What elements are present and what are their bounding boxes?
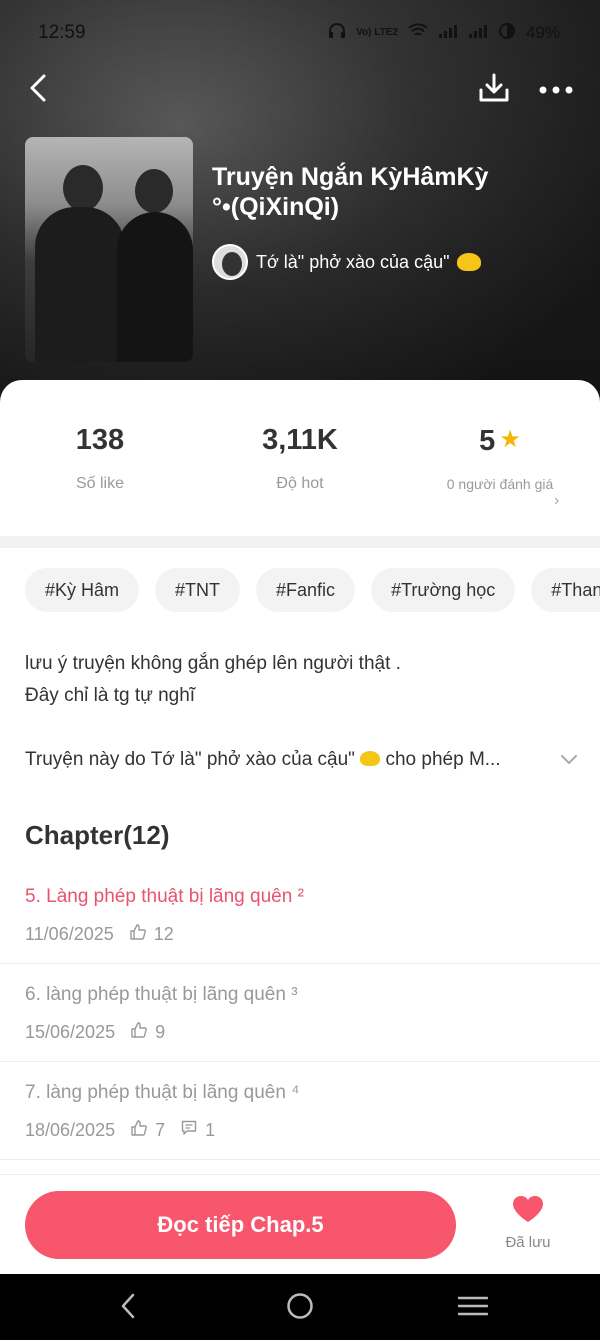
chapter-item[interactable]: 5. Làng phép thuật bị lãng quên ² 11/06/… (0, 866, 600, 964)
top-navigation (0, 66, 600, 116)
status-time: 12:59 (38, 22, 86, 43)
rating-label: 0 người đánh giá (446, 476, 554, 492)
chapter-list: 5. Làng phép thuật bị lãng quên ² 11/06/… (0, 866, 600, 1160)
battery-percent: 49% (525, 23, 560, 42)
description-line: Đây chỉ là tg tự nghĩ (25, 685, 196, 706)
nav-home-button[interactable] (270, 1286, 330, 1330)
chapter-title: 7. làng phép thuật bị lãng quên ⁴ (25, 1082, 300, 1103)
chapter-date: 18/06/2025 (25, 1120, 116, 1140)
chevron-left-icon (120, 1293, 136, 1324)
chapter-heading: Chapter(12) (25, 820, 170, 850)
chapter-likes: 7 (155, 1120, 166, 1140)
likes-value: 138 (75, 424, 125, 456)
signal-icon-2 (468, 23, 488, 43)
hot-label: Độ hot (276, 475, 324, 492)
chapter-meta: 11/06/2025 12 (25, 924, 174, 945)
more-options-button[interactable] (534, 70, 578, 110)
tag-chip[interactable]: #Trường học (371, 568, 516, 612)
bottom-action-bar: Đọc tiếp Chap.5 Đã lưu (0, 1174, 600, 1274)
rating-stat[interactable]: 5 ★ 0 người đánh giá (400, 420, 600, 494)
more-dots-icon (539, 81, 573, 99)
story-title: Truyện Ngắn KỳHâmKỳ °•(QiXinQi) (212, 163, 489, 221)
chapter-item[interactable]: 6. làng phép thuật bị lãng quên ³ 15/06/… (0, 964, 600, 1062)
description-line: cho phép M... (385, 749, 501, 770)
chevron-down-icon[interactable] (560, 744, 578, 776)
save-label: Đã lưu (505, 1234, 551, 1251)
wifi-icon (408, 23, 428, 43)
likes-label: Số like (75, 475, 125, 492)
description-line: lưu ý truyện không gắn ghép lên người th… (25, 653, 401, 674)
rating-value: 5 (479, 425, 496, 457)
nav-recents-button[interactable] (443, 1286, 503, 1330)
author-link[interactable]: Tớ là" phở xào của cậu" (212, 244, 482, 280)
chapter-title: 6. làng phép thuật bị lãng quên ³ (25, 984, 298, 1005)
chapter-likes: 9 (155, 1022, 166, 1042)
nav-back-button[interactable] (98, 1286, 158, 1330)
heart-icon (512, 1196, 544, 1227)
status-bar: 12:59 Vo) LTE2 49% (0, 0, 600, 66)
headphones-icon (328, 23, 346, 43)
description-expandable[interactable]: Truyện này do Tớ là" phở xào của cậu" ch… (25, 744, 585, 776)
chevron-right-icon: › (554, 492, 560, 509)
chapter-title: 5. Làng phép thuật bị lãng quên ² (25, 886, 304, 907)
author-avatar (212, 244, 248, 280)
chapter-likes: 12 (153, 924, 174, 944)
tag-chip[interactable]: #Fanfic (256, 568, 356, 612)
stats-row: 138 Số like 3,11K Độ hot 5 ★ 0 người đánh… (0, 420, 600, 530)
heart-hands-icon (360, 751, 381, 766)
chapter-item[interactable]: 7. làng phép thuật bị lãng quên ⁴ 18/06/… (0, 1062, 600, 1160)
tag-chip[interactable]: #Kỳ Hâm (25, 568, 140, 612)
hot-stat: 3,11K Độ hot (200, 420, 400, 494)
chapter-date: 15/06/2025 (25, 1022, 116, 1042)
download-button[interactable] (472, 70, 516, 110)
chevron-left-icon (29, 74, 47, 107)
network-label: Vo) LTE2 (356, 27, 398, 38)
chapter-date: 11/06/2025 (25, 924, 114, 944)
tag-chip[interactable]: #TNT (155, 568, 241, 612)
author-name: Tớ là" phở xào của cậu" (256, 251, 450, 272)
story-cover-image (25, 137, 193, 362)
status-icons: Vo) LTE2 49% (328, 22, 560, 44)
save-button[interactable]: Đã lưu (496, 1195, 560, 1251)
comment-icon (181, 1120, 197, 1141)
story-description: lưu ý truyện không gắn ghép lên người th… (25, 648, 585, 712)
download-icon (478, 73, 510, 108)
back-button[interactable] (18, 70, 58, 110)
tag-chip[interactable]: #Thanh (531, 568, 600, 612)
heart-hands-icon (457, 253, 482, 271)
star-icon: ★ (499, 426, 521, 453)
circle-home-icon (286, 1292, 314, 1325)
tag-list: #Kỳ Hâm #TNT #Fanfic #Trường học #Thanh (25, 568, 600, 614)
thumbs-up-icon (130, 924, 146, 945)
continue-reading-button[interactable]: Đọc tiếp Chap.5 (25, 1191, 456, 1259)
system-navigation-bar (0, 1274, 600, 1340)
chapter-meta: 15/06/2025 9 (25, 1022, 165, 1043)
section-divider (0, 536, 600, 548)
menu-lines-icon (457, 1295, 489, 1322)
signal-icon-1 (438, 23, 458, 43)
description-line: Truyện này do Tớ là" phở xào của cậu" (25, 749, 355, 770)
battery-icon (498, 22, 516, 44)
likes-stat: 138 Số like (0, 420, 200, 494)
thumbs-up-icon (131, 1022, 147, 1043)
hot-value: 3,11K (262, 424, 338, 456)
chapter-comments: 1 (205, 1120, 216, 1140)
chapter-meta: 18/06/2025 7 1 (25, 1120, 215, 1141)
thumbs-up-icon (131, 1120, 147, 1141)
